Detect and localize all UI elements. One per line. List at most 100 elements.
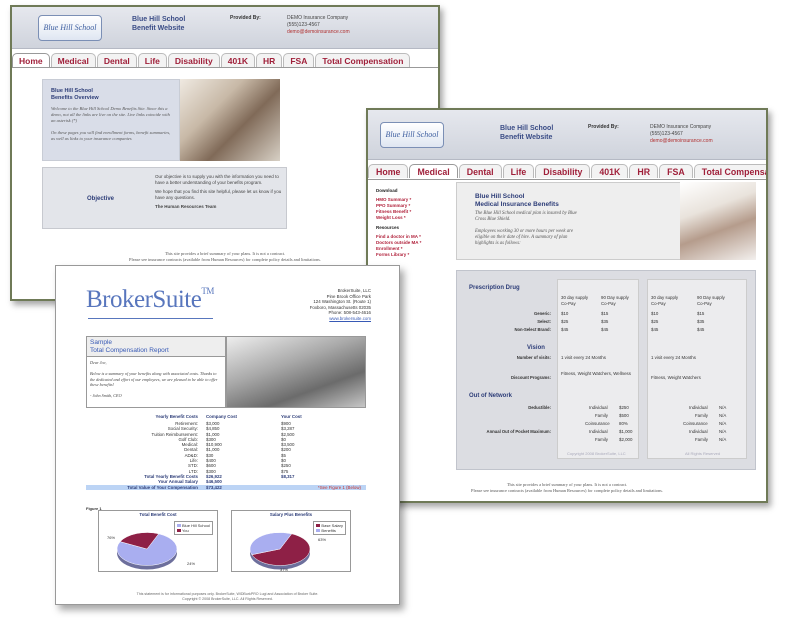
legend-label: You xyxy=(181,528,189,533)
objective-paragraph-1: Our objective is to supply you with the … xyxy=(155,174,279,185)
supply-header: 30 day supply Co-Pay xyxy=(561,295,589,306)
company-email-link[interactable]: demo@demoinsurance.com xyxy=(287,29,350,36)
rx-row-label: Select: xyxy=(537,319,551,324)
tab-medical[interactable]: Medical xyxy=(50,53,96,67)
site-title-line2: Benefit Website xyxy=(132,25,185,32)
legend-swatch xyxy=(176,529,181,533)
header-company-cost: Company Cost xyxy=(206,414,237,419)
tab-total-compensation[interactable]: Total Compensation xyxy=(315,53,411,67)
rx-row-label: Non-Select Brand: xyxy=(514,327,551,332)
objective-signature: The Human Resources Team xyxy=(155,204,217,209)
supply-header: 90 Day supply Co-Pay xyxy=(697,295,725,306)
oon-value: Coinsurance xyxy=(585,421,610,426)
download-heading: Download xyxy=(376,188,398,193)
salary-plus-benefits-chart: Salary Plus Benefits 63% 37% Base Salary … xyxy=(231,510,351,572)
objective-paragraph-2: We hope that you find this site helpful,… xyxy=(155,189,282,200)
rx-row-label: Generic: xyxy=(534,311,551,316)
oon-value: $250 xyxy=(619,405,629,410)
report-letter: Dear Joe, Below is a summary of your ben… xyxy=(90,360,218,398)
header-benefit: Yearly Benefit Costs xyxy=(155,414,198,419)
supply-header: 30 day supply Co-Pay xyxy=(651,295,679,306)
tab-life[interactable]: Life xyxy=(137,53,167,67)
tab-home[interactable]: Home xyxy=(368,164,409,178)
objective-label: Objective xyxy=(87,196,115,202)
tab-fsa[interactable]: FSA xyxy=(659,164,693,178)
oon-value: N/A xyxy=(719,413,727,418)
tab-hr[interactable]: HR xyxy=(629,164,659,178)
oon-value: N/A xyxy=(719,405,727,410)
site-title: Blue Hill School Benefit Website xyxy=(132,15,185,33)
tab-dental[interactable]: Dental xyxy=(458,164,502,178)
prescription-heading: Prescription Drug xyxy=(469,285,520,291)
link-forms-library[interactable]: Forms Library * xyxy=(376,252,456,258)
chart-legend: Base Salary Benefits xyxy=(313,521,346,535)
report-footer: This statement is for informational purp… xyxy=(136,592,319,601)
oon-row-label: Annual Out of Pocket Maximum: xyxy=(486,429,551,434)
tab-bar: Home Medical Dental Life Disability 401K… xyxy=(12,53,411,67)
medical-title: Blue Hill School Medical Insurance Benef… xyxy=(475,193,559,208)
tab-dental[interactable]: Dental xyxy=(96,53,137,67)
vision-value: Fitness, Weight Watchers xyxy=(651,375,701,380)
oon-value: Individual xyxy=(589,429,608,434)
company-name: DEMO Insurance Company xyxy=(650,124,712,130)
grand-total-row: Total Value of Your Compensation $73,422… xyxy=(86,484,366,490)
link-weight-loss[interactable]: Weight Loss * xyxy=(376,215,456,221)
company-email-link[interactable]: demo@demoinsurance.com xyxy=(650,138,713,145)
broker-website-link[interactable]: www.brokersuite.com xyxy=(261,316,371,322)
tab-disability[interactable]: Disability xyxy=(167,53,220,67)
medical-disclaimer: This site provides a brief summary of yo… xyxy=(471,482,663,493)
medical-page-screenshot: Blue Hill School Blue Hill School Benefi… xyxy=(366,108,768,503)
cost-table: Yearly Benefit Costs Company Cost Your C… xyxy=(86,414,366,490)
rx-value: $10 xyxy=(651,311,659,316)
tab-fsa[interactable]: FSA xyxy=(283,53,315,67)
rx-value: $15 xyxy=(697,311,705,316)
oon-value: Family xyxy=(695,413,708,418)
staff-group-photo xyxy=(180,79,280,161)
overview-title: Blue Hill School Benefits Overview xyxy=(51,88,99,101)
legend-swatch xyxy=(316,529,321,533)
tab-life[interactable]: Life xyxy=(502,164,535,178)
total-compensation-report: BrokerSuiteTM BrokerSuite, LLC Pine Broo… xyxy=(55,265,400,605)
logo-underline xyxy=(88,318,213,319)
report-title: Sample Total Compensation Report xyxy=(87,337,225,357)
oon-value: $2,000 xyxy=(619,437,633,442)
vision-value: Fitness, Weight Watchers, Wellness xyxy=(561,371,631,376)
oon-value: Family xyxy=(695,437,708,442)
oon-value: $500 xyxy=(619,413,629,418)
oon-value: Individual xyxy=(689,429,708,434)
copyright-right: All Rights Reserved xyxy=(685,451,721,456)
tab-hr[interactable]: HR xyxy=(256,53,283,67)
tab-medical[interactable]: Medical xyxy=(409,164,458,178)
rx-value: $25 xyxy=(651,319,659,324)
oon-row-label: Deductible: xyxy=(528,405,551,410)
cost-table-header: Yearly Benefit Costs Company Cost Your C… xyxy=(86,414,366,421)
oon-value: N/A xyxy=(719,437,727,442)
oon-value: Family xyxy=(595,437,608,442)
school-logo[interactable]: Blue Hill School xyxy=(380,122,444,148)
tab-401k[interactable]: 401K xyxy=(220,53,256,67)
school-logo[interactable]: Blue Hill School xyxy=(38,15,102,41)
site-header: Blue Hill School Blue Hill School Benefi… xyxy=(368,110,766,160)
out-of-network-heading: Out of Network xyxy=(469,393,512,399)
medical-sidebar: Download HMO Summary * PPO Summary * Fit… xyxy=(376,188,456,258)
tab-total-compensation[interactable]: Total Compensation xyxy=(693,164,766,178)
tab-401k[interactable]: 401K xyxy=(591,164,629,178)
tab-disability[interactable]: Disability xyxy=(535,164,591,178)
oon-value: 80% xyxy=(619,421,628,426)
trademark-mark: TM xyxy=(201,286,214,296)
company-phone: (555)123-4567 xyxy=(287,22,320,28)
rx-value: $45 xyxy=(561,327,569,332)
brokersuite-logo-text: BrokerSuite xyxy=(86,286,202,313)
rx-value: $45 xyxy=(697,327,705,332)
site-title-line2: Benefit Website xyxy=(500,134,553,141)
cost-rows: Retirement: $3,000 $900 Social Security: $4,… xyxy=(86,421,366,474)
tab-home[interactable]: Home xyxy=(12,53,50,67)
company-phone: (555)123-4567 xyxy=(650,131,683,137)
benefits-overview-panel: Blue Hill School Benefits Overview Welco… xyxy=(42,79,180,161)
tab-bar: Home Medical Dental Life Disability 401K… xyxy=(368,164,766,178)
broker-address: BrokerSuite, LLC Pine Brook Office Park … xyxy=(261,288,371,321)
oon-value: N/A xyxy=(719,429,727,434)
oon-value: Individual xyxy=(689,405,708,410)
figure-note: *See Figure 1 (Below) xyxy=(318,484,361,490)
grand-total-value: $73,422 xyxy=(206,484,222,490)
